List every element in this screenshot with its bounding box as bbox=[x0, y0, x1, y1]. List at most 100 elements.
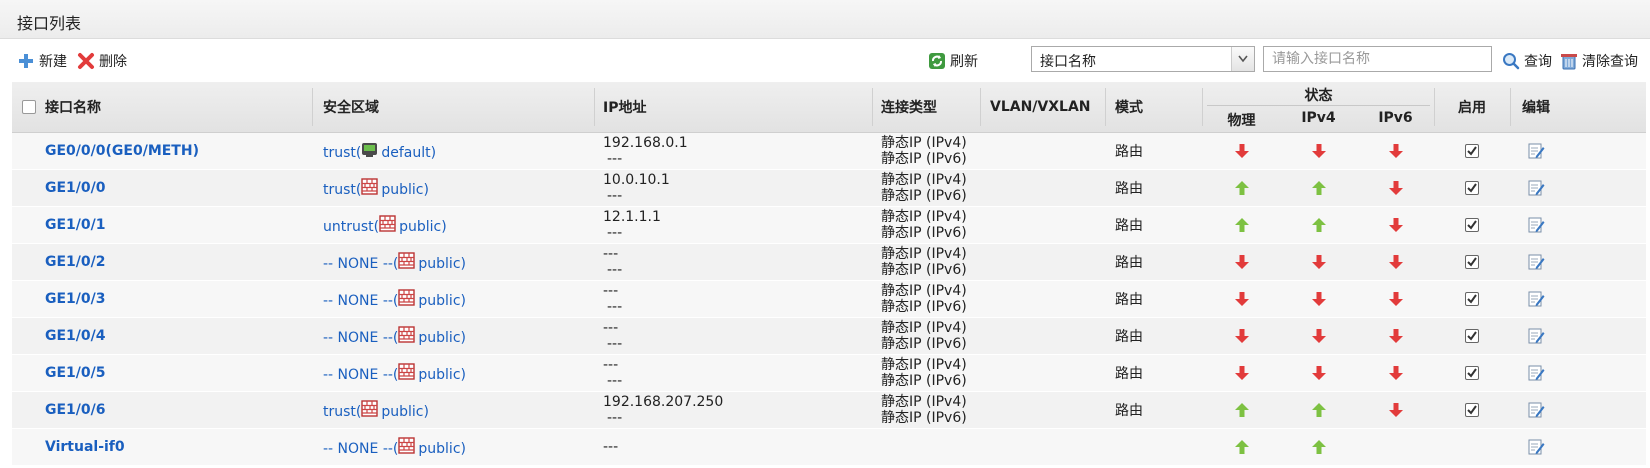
ip-cell: --- --- bbox=[603, 281, 622, 317]
new-button[interactable]: 新建 bbox=[17, 51, 67, 71]
edit-cell bbox=[1510, 281, 1562, 317]
interface-name-link[interactable]: GE1/0/3 bbox=[45, 291, 106, 307]
edit-icon[interactable] bbox=[1527, 142, 1545, 160]
firewall-icon bbox=[398, 252, 416, 269]
panel-header: 接口列表 bbox=[0, 0, 1650, 39]
filter-field-select[interactable]: 接口名称 bbox=[1031, 46, 1255, 72]
header-conn[interactable]: 连接类型 bbox=[881, 82, 937, 132]
delete-icon bbox=[78, 53, 94, 69]
conn-type-ipv4: 静态IP (IPv4) bbox=[881, 357, 967, 373]
zone-cell: untrust(public) bbox=[323, 207, 447, 243]
connection-type-cell: 静态IP (IPv4) 静态IP (IPv6) bbox=[881, 355, 967, 391]
clear-filter-icon bbox=[1561, 54, 1577, 70]
zone-link[interactable]: trust(default) bbox=[323, 141, 436, 161]
query-button[interactable]: 查询 bbox=[1502, 51, 1552, 71]
clear-query-button[interactable]: 清除查询 bbox=[1560, 51, 1638, 71]
edit-icon[interactable] bbox=[1527, 179, 1545, 197]
physical-status-cell bbox=[1203, 429, 1280, 465]
zone-name: trust( bbox=[323, 404, 362, 420]
name-cell: Virtual-if0 bbox=[45, 429, 125, 465]
arrow-down-icon bbox=[1388, 255, 1403, 269]
zone-name: untrust( bbox=[323, 219, 380, 235]
zone-link[interactable]: -- NONE --(public) bbox=[323, 252, 466, 272]
select-all-checkbox[interactable] bbox=[22, 82, 36, 132]
enable-checkbox[interactable] bbox=[1465, 403, 1479, 417]
zone-link[interactable]: -- NONE --(public) bbox=[323, 437, 466, 457]
edit-cell bbox=[1510, 355, 1562, 391]
connection-type-cell: 静态IP (IPv4) 静态IP (IPv6) bbox=[881, 318, 967, 354]
enable-checkbox[interactable] bbox=[1465, 366, 1479, 380]
edit-icon[interactable] bbox=[1527, 327, 1545, 345]
zone-name: -- NONE --( bbox=[323, 256, 399, 272]
arrow-down-icon bbox=[1311, 255, 1326, 269]
connection-type-cell: 静态IP (IPv4) 静态IP (IPv6) bbox=[881, 133, 967, 169]
table-row: Virtual-if0 -- NONE --(public) --- bbox=[12, 429, 1646, 466]
edit-cell bbox=[1510, 244, 1562, 280]
conn-type-ipv4: 静态IP (IPv4) bbox=[881, 283, 967, 299]
header-name[interactable]: 接口名称 bbox=[45, 82, 101, 132]
physical-status-cell bbox=[1203, 318, 1280, 354]
refresh-icon bbox=[929, 53, 945, 69]
ipv6-address: --- bbox=[607, 188, 623, 204]
search-input[interactable] bbox=[1263, 46, 1492, 72]
name-cell: GE1/0/0 bbox=[45, 170, 106, 206]
firewall-icon bbox=[398, 326, 416, 343]
edit-icon[interactable] bbox=[1527, 401, 1545, 419]
zone-link[interactable]: trust(public) bbox=[323, 400, 429, 420]
edit-icon[interactable] bbox=[1527, 364, 1545, 382]
edit-icon[interactable] bbox=[1527, 216, 1545, 234]
header-zone[interactable]: 安全区域 bbox=[323, 82, 379, 132]
query-label: 查询 bbox=[1524, 54, 1552, 70]
ipv4-address: 192.168.0.1 bbox=[603, 135, 688, 151]
header-vlan[interactable]: VLAN/VXLAN bbox=[990, 82, 1091, 132]
arrow-up-icon bbox=[1311, 403, 1326, 417]
edit-icon[interactable] bbox=[1527, 253, 1545, 271]
header-mode[interactable]: 模式 bbox=[1115, 82, 1143, 132]
physical-status-cell bbox=[1203, 392, 1280, 428]
enable-cell bbox=[1434, 429, 1510, 465]
enable-checkbox[interactable] bbox=[1465, 181, 1479, 195]
ipv6-status-cell bbox=[1357, 244, 1434, 280]
chevron-down-icon[interactable] bbox=[1231, 47, 1254, 71]
interface-name-link[interactable]: GE1/0/1 bbox=[45, 217, 106, 233]
arrow-down-icon bbox=[1234, 366, 1249, 380]
interface-name-link[interactable]: GE1/0/5 bbox=[45, 365, 106, 381]
edit-cell bbox=[1510, 392, 1562, 428]
zone-link[interactable]: -- NONE --( public) bbox=[323, 363, 466, 383]
edit-icon[interactable] bbox=[1527, 290, 1545, 308]
arrow-up-icon bbox=[1234, 181, 1249, 195]
header-ipv4: IPv4 bbox=[1301, 110, 1336, 126]
firewall-icon bbox=[361, 400, 379, 417]
firewall-icon bbox=[398, 363, 416, 380]
mode-cell: 路由 bbox=[1115, 403, 1143, 419]
edit-icon[interactable] bbox=[1527, 438, 1545, 456]
interface-name-link[interactable]: GE1/0/6 bbox=[45, 402, 106, 418]
vsys-name: public) bbox=[418, 367, 466, 383]
enable-checkbox[interactable] bbox=[1465, 329, 1479, 343]
zone-name: -- NONE --( bbox=[323, 441, 399, 457]
interface-name-link[interactable]: GE1/0/0 bbox=[45, 180, 106, 196]
interface-name-link[interactable]: GE0/0/0(GE0/METH) bbox=[45, 143, 199, 159]
header-ip[interactable]: IP地址 bbox=[603, 82, 646, 132]
enable-checkbox[interactable] bbox=[1465, 292, 1479, 306]
zone-link[interactable]: trust(public) bbox=[323, 178, 429, 198]
name-cell: GE0/0/0(GE0/METH) bbox=[45, 133, 199, 169]
interface-name-link[interactable]: Virtual-if0 bbox=[45, 439, 125, 455]
arrow-down-icon bbox=[1311, 366, 1326, 380]
zone-link[interactable]: untrust(public) bbox=[323, 215, 447, 235]
interface-name-link[interactable]: GE1/0/4 bbox=[45, 328, 106, 344]
firewall-icon bbox=[398, 437, 416, 454]
enable-checkbox[interactable] bbox=[1465, 144, 1479, 158]
enable-cell bbox=[1434, 392, 1510, 428]
ipv6-status-cell bbox=[1357, 170, 1434, 206]
edit-cell bbox=[1510, 429, 1562, 465]
enable-checkbox[interactable] bbox=[1465, 255, 1479, 269]
zone-name: -- NONE --( bbox=[323, 367, 399, 383]
delete-button[interactable]: 删除 bbox=[77, 51, 127, 71]
enable-checkbox[interactable] bbox=[1465, 218, 1479, 232]
zone-link[interactable]: -- NONE --(public) bbox=[323, 326, 466, 346]
zone-link[interactable]: -- NONE --(public) bbox=[323, 289, 466, 309]
interface-name-link[interactable]: GE1/0/2 bbox=[45, 254, 106, 270]
zone-cell: -- NONE --(public) bbox=[323, 281, 466, 317]
refresh-button[interactable]: 刷新 bbox=[928, 51, 978, 71]
